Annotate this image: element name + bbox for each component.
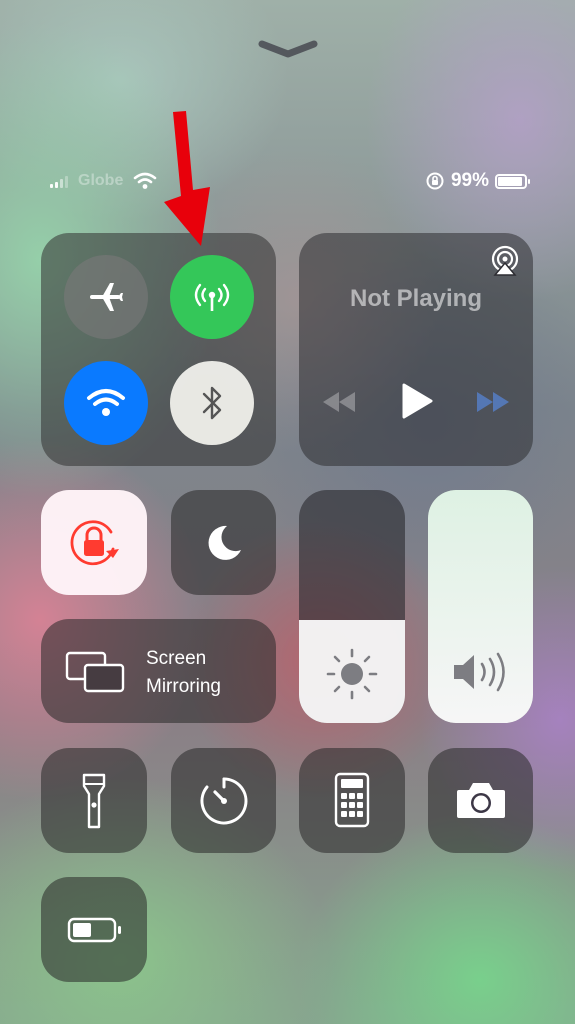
now-playing-title: Not Playing <box>349 285 482 312</box>
play-icon[interactable] <box>399 381 435 421</box>
antenna-icon <box>194 283 230 311</box>
orientation-lock-toggle[interactable] <box>41 490 147 595</box>
carrier-name: Globe <box>78 172 124 189</box>
calculator-icon <box>334 772 370 828</box>
wifi-status-icon <box>134 172 157 189</box>
orientation-lock-status-icon <box>426 172 444 190</box>
chevron-down-icon[interactable] <box>258 38 318 60</box>
screen-mirroring-button[interactable]: Screen Mirroring <box>41 619 276 723</box>
rotation-lock-icon <box>70 520 119 566</box>
status-bar-left: Globe <box>50 170 157 192</box>
connectivity-panel <box>41 233 276 466</box>
timer-button[interactable] <box>171 748 276 853</box>
red-arrow-icon <box>164 111 210 246</box>
brightness-slider[interactable] <box>299 490 405 723</box>
speaker-icon <box>454 652 505 692</box>
rewind-icon[interactable] <box>319 389 359 415</box>
wifi-toggle[interactable] <box>64 361 148 445</box>
signal-strength-icon <box>50 174 68 188</box>
battery-icon <box>67 917 121 943</box>
screen-mirroring-icon <box>65 651 125 693</box>
battery-percent: 99% <box>450 170 489 191</box>
airplay-icon[interactable] <box>489 245 521 277</box>
status-bar-right: 99% <box>425 168 530 194</box>
camera-button[interactable] <box>428 748 533 853</box>
fast-forward-icon[interactable] <box>473 389 513 415</box>
wifi-icon <box>87 389 125 416</box>
camera-icon <box>457 783 505 818</box>
airplane-mode-toggle[interactable] <box>64 255 148 339</box>
bluetooth-icon <box>202 386 222 420</box>
flashlight-button[interactable] <box>41 748 147 853</box>
timer-icon <box>200 777 248 825</box>
now-playing-panel[interactable]: Not Playing <box>299 233 533 466</box>
low-power-mode-button[interactable] <box>41 877 147 982</box>
battery-icon <box>495 173 530 189</box>
do-not-disturb-toggle[interactable] <box>171 490 276 595</box>
sun-icon <box>326 648 378 700</box>
airplane-icon <box>90 283 123 311</box>
flashlight-icon <box>82 773 106 829</box>
screen-mirroring-label: Screen Mirroring <box>146 648 221 697</box>
moon-icon <box>208 525 241 560</box>
volume-slider[interactable] <box>428 490 533 723</box>
cellular-data-toggle[interactable] <box>170 255 254 339</box>
bluetooth-toggle[interactable] <box>170 361 254 445</box>
calculator-button[interactable] <box>299 748 405 853</box>
